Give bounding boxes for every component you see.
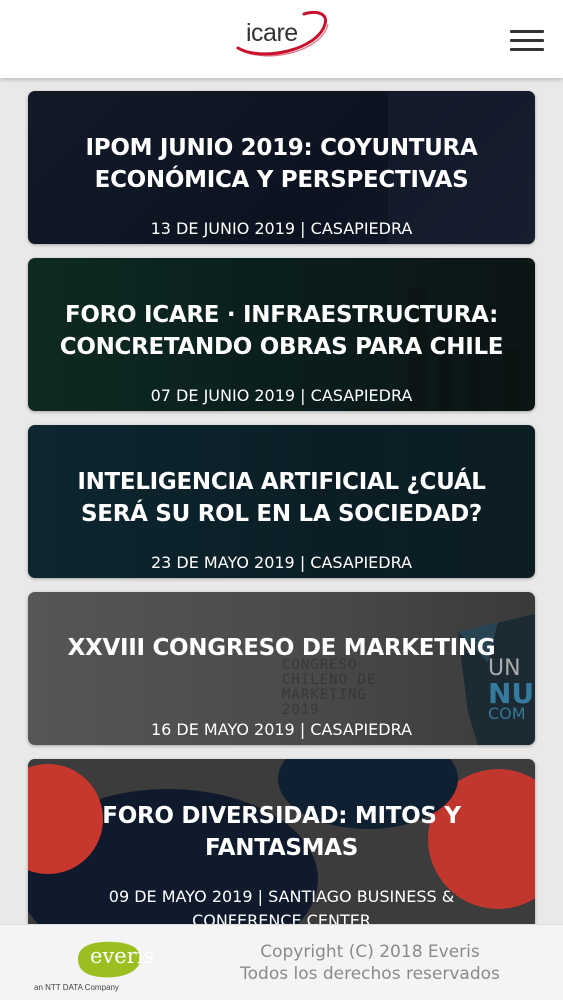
congreso-background-text: CONGRESO CHILENO DE MARKETING 2019 [282,657,377,718]
event-date-venue: 13 DE JUNIO 2019 | CASAPIEDRA [150,219,413,238]
event-date-venue-line: 09 DE MAYO 2019 | SANTIAGO BUSINESS & [108,887,455,906]
copyright-line: Todos los derechos reservados [240,964,500,984]
event-title: IPOM JUNIO 2019: COYUNTURA ECONÓMICA Y P… [38,132,525,196]
event-title-line: IPOM JUNIO 2019: COYUNTURA [85,135,478,161]
app-screen: icare IPOM JUNIO 2019: COYUNTURA ECONÓMI… [0,0,563,1000]
event-card[interactable]: INTELIGENCIA ARTIFICIAL ¿CUÁL SERÁ SU RO… [28,425,535,578]
app-footer: everis an NTT DATA Company Copyright (C)… [0,924,563,1000]
event-title: FORO DIVERSIDAD: MITOS Y FANTASMAS [38,800,525,864]
event-list[interactable]: IPOM JUNIO 2019: COYUNTURA ECONÓMICA Y P… [0,78,563,924]
hamburger-menu-icon [510,30,544,33]
event-date-venue-line: CONFERENCE CENTER [192,911,371,924]
event-title-line: CONCRETANDO OBRAS PARA CHILE [59,334,504,360]
event-title: INTELIGENCIA ARTIFICIAL ¿CUÁL SERÁ SU RO… [38,466,525,530]
event-title-line: XXVIII CONGRESO DE MARKETING [67,635,496,661]
copyright-line: Copyright (C) 2018 Everis [260,942,480,962]
hamburger-menu-icon-bar [510,39,544,42]
event-title: FORO ICARE · INFRAESTRUCTURA: CONCRETAND… [38,299,525,363]
icare-logo[interactable]: icare [232,6,332,62]
hamburger-menu-button[interactable] [503,22,549,58]
event-date-venue: 23 DE MAYO 2019 | CASAPIEDRA [150,553,413,572]
event-card[interactable]: FORO ICARE · INFRAESTRUCTURA: CONCRETAND… [28,258,535,411]
event-title-line: INTELIGENCIA ARTIFICIAL ¿CUÁL [77,469,486,495]
event-date-venue: 09 DE MAYO 2019 | SANTIAGO BUSINESS & CO… [38,885,525,924]
event-title: XXVIII CONGRESO DE MARKETING [38,632,525,664]
logo-text: icare [246,19,298,47]
hamburger-menu-icon-bar [510,48,544,51]
event-date-venue: 07 DE JUNIO 2019 | CASAPIEDRA [150,386,413,405]
everis-brand-text: everis [90,944,155,968]
copyright-text: Copyright (C) 2018 Everis Todos los dere… [200,941,540,985]
everis-tagline: an NTT DATA Company [34,983,119,992]
event-title-line: FORO ICARE · INFRAESTRUCTURA: [64,302,498,328]
app-header: icare [0,0,563,78]
event-card[interactable]: CONGRESO CHILENO DE MARKETING 2019 UN NU… [28,592,535,745]
event-title-line: SERÁ SU ROL EN LA SOCIEDAD? [81,501,482,527]
event-title-line: FANTASMAS [205,835,358,861]
everis-logo[interactable]: everis an NTT DATA Company [30,933,160,997]
event-date-venue: 16 DE MAYO 2019 | CASAPIEDRA [150,720,413,739]
event-title-line: ECONÓMICA Y PERSPECTIVAS [94,167,469,193]
event-card[interactable]: IPOM JUNIO 2019: COYUNTURA ECONÓMICA Y P… [28,91,535,244]
event-title-line: FORO DIVERSIDAD: MITOS Y [102,803,461,829]
event-card[interactable]: FORO DIVERSIDAD: MITOS Y FANTASMAS 09 DE… [28,759,535,924]
